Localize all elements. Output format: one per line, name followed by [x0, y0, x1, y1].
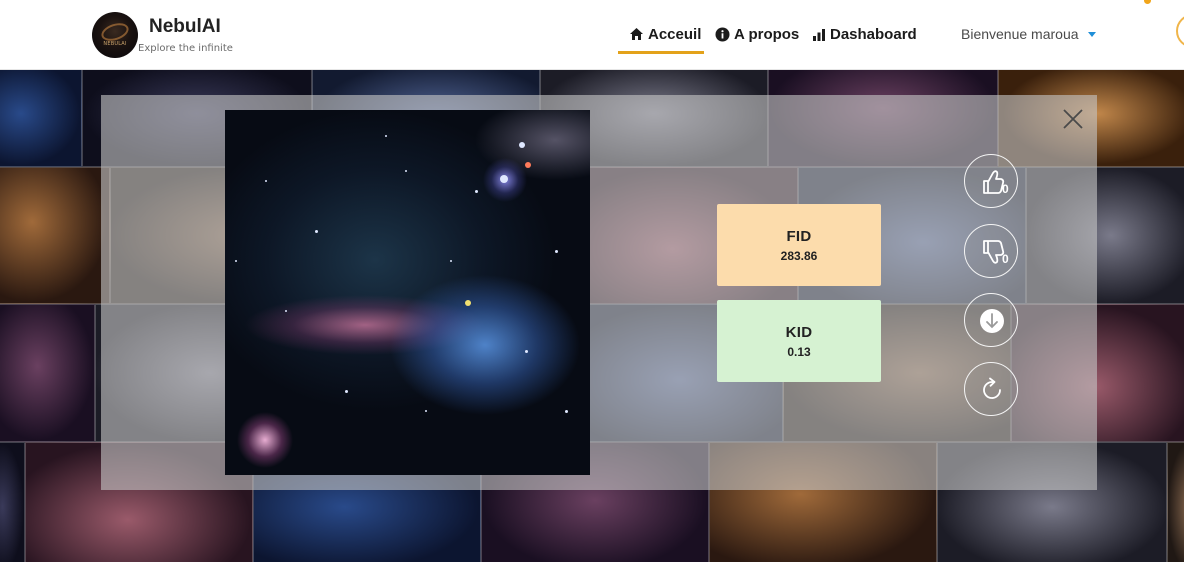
- gallery-tile: [0, 167, 110, 304]
- thumbs-down-icon: [983, 240, 1005, 264]
- bar-chart-icon: [813, 28, 825, 41]
- star: [425, 410, 427, 412]
- star: [525, 162, 531, 168]
- logo-caption: NEBULAI: [103, 41, 127, 47]
- star: [525, 350, 528, 353]
- star: [265, 180, 267, 182]
- like-button[interactable]: 0: [964, 154, 1018, 208]
- star: [315, 230, 318, 233]
- dislike-button[interactable]: 0: [964, 224, 1018, 278]
- fid-metric-card: FID 283.86: [717, 204, 881, 286]
- fid-value: 283.86: [780, 248, 818, 263]
- download-icon: [980, 309, 1004, 333]
- kid-label: KID: [785, 323, 813, 341]
- info-icon: [715, 27, 730, 41]
- kid-value: 0.13: [787, 344, 811, 359]
- download-button[interactable]: [964, 293, 1018, 347]
- star: [285, 310, 287, 312]
- star: [385, 135, 387, 137]
- star: [345, 390, 348, 393]
- avatar[interactable]: [1176, 14, 1184, 48]
- generated-image: [225, 110, 590, 475]
- gallery-tile: [0, 304, 95, 442]
- active-nav-indicator: [618, 51, 704, 54]
- star: [475, 190, 478, 193]
- brand-name[interactable]: NebulAI: [149, 16, 221, 38]
- nav-label-acceuil: Acceuil: [648, 25, 702, 43]
- star: [235, 260, 237, 262]
- brand-tagline: Explore the infinite: [138, 43, 233, 54]
- kid-metric-card: KID 0.13: [717, 300, 881, 382]
- top-navbar: NEBULAI NebulAI Explore the infinite Acc…: [0, 0, 1184, 70]
- user-greeting: Bienvenue maroua: [961, 26, 1079, 42]
- nav-item-a-propos[interactable]: A propos: [715, 24, 799, 44]
- thumbs-up-icon: [983, 170, 1005, 194]
- gallery-tile: [1167, 442, 1184, 562]
- image-result-modal: FID 283.86 KID 0.13 0 0: [101, 95, 1097, 490]
- nav-label-dashaboard: Dashaboard: [830, 25, 917, 43]
- nav-item-dashaboard[interactable]: Dashaboard: [812, 24, 917, 44]
- close-icon: [1063, 109, 1083, 129]
- star: [565, 410, 568, 413]
- nav-item-acceuil[interactable]: Acceuil: [629, 24, 701, 44]
- star: [405, 170, 407, 172]
- dislike-count: 0: [1002, 252, 1009, 266]
- chevron-down-icon: [1087, 31, 1096, 37]
- brand-logo[interactable]: NEBULAI: [92, 12, 138, 58]
- user-menu-dropdown[interactable]: Bienvenue maroua: [961, 24, 1096, 44]
- fid-label: FID: [786, 227, 812, 245]
- like-count: 0: [1002, 182, 1009, 196]
- refresh-icon: [983, 377, 1001, 399]
- star: [500, 175, 508, 183]
- gallery-tile: [0, 70, 82, 167]
- star: [450, 260, 452, 262]
- star: [555, 250, 558, 253]
- star: [465, 300, 471, 306]
- home-icon: [630, 28, 643, 40]
- star: [519, 142, 525, 148]
- regenerate-button[interactable]: [964, 362, 1018, 416]
- gallery-tile: [0, 442, 25, 562]
- nav-label-a-propos: A propos: [734, 25, 800, 43]
- close-button[interactable]: [1061, 107, 1085, 131]
- notification-dot: [1144, 0, 1151, 4]
